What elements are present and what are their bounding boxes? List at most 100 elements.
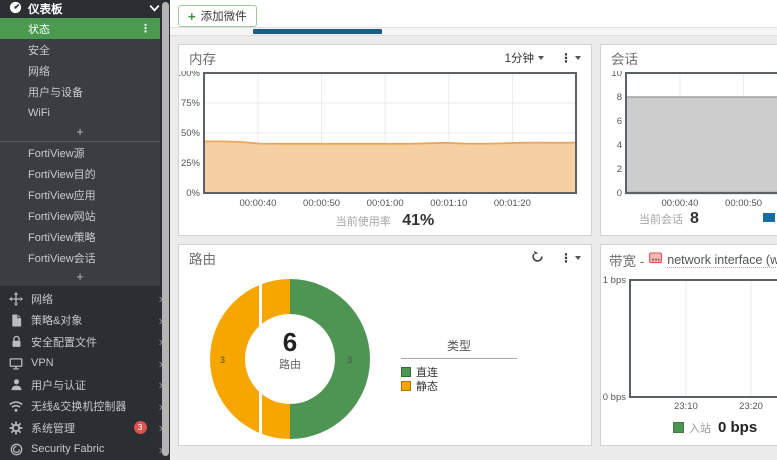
user-icon [9, 378, 23, 392]
routes-widget-header: 路由 ⋮ [179, 245, 591, 271]
sidebar-item-WiFi[interactable]: WiFi [0, 102, 160, 123]
sidebar-item-安全[interactable]: 安全 [0, 39, 160, 60]
sessions-widget-title: 会话 [611, 48, 638, 68]
add-widget-button[interactable]: + 添加微件 [178, 5, 257, 27]
horizontal-scrollbar-track[interactable] [170, 27, 777, 36]
sidebar-item-FortiView网站[interactable]: FortiView网站 [0, 205, 160, 226]
notification-badge: 3 [134, 421, 147, 434]
sessions-widget-header: 会话 [601, 45, 777, 71]
routes-legend-items: 直连静态 [401, 365, 517, 393]
sidebar: 仪表板 状态⋮安全网络用户与设备WiFi+FortiView源FortiView… [0, 0, 170, 460]
donut-center: 6 路由 [245, 314, 335, 404]
add-widget-label: 添加微件 [201, 8, 247, 24]
bandwidth-widget-title: 带宽 - [609, 250, 644, 270]
add-fortiview-button[interactable]: + [0, 268, 160, 286]
slice-value-connected: 3 [347, 355, 352, 365]
sidebar-item-FortiView目的[interactable]: FortiView目的 [0, 163, 160, 184]
dots-vertical-icon: ⋮ [560, 251, 571, 265]
arrows-icon [9, 292, 23, 306]
chevron-down-icon [575, 56, 581, 60]
sidebar-scrollbar-thumb[interactable] [162, 2, 169, 456]
svg-text:10: 10 [611, 71, 622, 79]
widget-menu-button[interactable]: ⋮ [560, 51, 581, 65]
interval-dropdown[interactable]: 1分钟 [505, 50, 544, 66]
sidebar-item-label: VPN [31, 357, 54, 369]
svg-text:50%: 50% [181, 128, 201, 139]
sessions-footer-value: 8 [690, 210, 699, 228]
routes-widget: 路由 ⋮ 6 路由 [178, 244, 592, 446]
dashboard-toolbar: + 添加微件 [170, 0, 777, 27]
plus-icon: + [188, 9, 196, 24]
chevron-down-icon [538, 56, 544, 60]
svg-text:00:01:20: 00:01:20 [494, 198, 531, 209]
sidebar-item-label: Security Fabric [31, 443, 104, 455]
sidebar-item-系统管理[interactable]: 系统管理3› [0, 417, 170, 439]
legend-item-直连[interactable]: 直连 [401, 365, 517, 379]
sidebar-item-label: 无线&交换机控制器 [31, 398, 126, 414]
sidebar-item-label: 用户与认证 [31, 377, 86, 393]
widget-grid: 内存 1分钟 ⋮ 0%25%50%75%100%00:00:4000:00:50… [170, 36, 777, 460]
fabric-icon [9, 442, 23, 456]
svg-text:6: 6 [617, 116, 622, 127]
svg-text:00:00:50: 00:00:50 [725, 198, 762, 209]
sessions-area-chart: 024681000:00:4000:00:50 [601, 71, 777, 218]
sidebar-item-FortiView源[interactable]: FortiView源 [0, 142, 160, 163]
sidebar-item-安全配置文件[interactable]: 安全配置文件› [0, 331, 170, 353]
svg-text:0 bps: 0 bps [603, 392, 626, 403]
refresh-button[interactable] [531, 250, 544, 266]
svg-text:8: 8 [617, 92, 622, 103]
interval-label: 1分钟 [505, 50, 534, 66]
sidebar-item-用户与设备[interactable]: 用户与设备 [0, 81, 160, 102]
sidebar-item-label: 网络 [31, 291, 53, 307]
svg-text:00:00:40: 00:00:40 [239, 198, 276, 209]
interface-down-icon [649, 251, 662, 269]
memory-widget-title: 内存 [189, 48, 216, 68]
interface-selector[interactable]: network interface (wa [667, 253, 777, 268]
main-content: + 添加微件 内存 1分钟 ⋮ [170, 0, 777, 460]
sidebar-item-label: 状态 [28, 21, 50, 37]
svg-text:00:00:40: 00:00:40 [661, 198, 698, 209]
sidebar-item-网络[interactable]: 网络› [0, 288, 170, 310]
memory-area-chart: 0%25%50%75%100%00:00:4000:00:5000:01:000… [179, 71, 589, 218]
lock-icon [9, 335, 23, 349]
bandwidth-widget-header: 带宽 - network interface (wa [601, 245, 777, 275]
sidebar-item-FortiView策略[interactable]: FortiView策略 [0, 226, 160, 247]
bandwidth-widget: 带宽 - network interface (wa 0 bps 1 bps 23:… [600, 244, 777, 446]
legend-item-静态[interactable]: 静态 [401, 379, 517, 393]
sidebar-item-用户与认证[interactable]: 用户与认证› [0, 374, 170, 396]
sidebar-item-status-active[interactable]: 状态 ⋮ [0, 18, 160, 39]
horizontal-scrollbar-thumb[interactable] [253, 29, 382, 34]
sidebar-item-VPN[interactable]: VPN› [0, 353, 170, 375]
routes-widget-title: 路由 [189, 248, 216, 268]
sidebar-item-dashboard[interactable]: 仪表板 [0, 0, 164, 18]
sidebar-item-label: 系统管理 [31, 420, 75, 436]
memory-footer: 当前使用率 41% [179, 212, 591, 230]
svg-text:23:20: 23:20 [739, 401, 763, 412]
legend-label: 静态 [416, 378, 438, 394]
sidebar-item-策略&对象[interactable]: 策略&对象› [0, 310, 170, 332]
widget-menu-button[interactable]: ⋮ [560, 251, 581, 265]
sidebar-item-FortiView应用[interactable]: FortiView应用 [0, 184, 160, 205]
routes-legend-title: 类型 [401, 337, 517, 359]
sidebar-item-无线&交换机控制器[interactable]: 无线&交换机控制器› [0, 396, 170, 418]
chevron-down-icon [149, 3, 160, 15]
refresh-icon [531, 250, 544, 266]
svg-text:00:01:10: 00:01:10 [430, 198, 467, 209]
add-dashboard-button[interactable]: + [0, 123, 160, 141]
svg-text:00:00:50: 00:00:50 [303, 198, 340, 209]
sidebar-item-FortiView会话[interactable]: FortiView会话 [0, 247, 160, 268]
svg-text:0%: 0% [186, 188, 200, 199]
sidebar-item-Security Fabric[interactable]: Security Fabric› [0, 439, 170, 460]
inbound-legend-square [673, 422, 684, 433]
memory-widget-header: 内存 1分钟 ⋮ [179, 45, 591, 71]
svg-text:1 bps: 1 bps [603, 275, 626, 286]
gauge-icon [9, 1, 22, 17]
legend-color-square [401, 381, 411, 391]
sidebar-item-网络[interactable]: 网络 [0, 60, 160, 81]
sidebar-item-label: 策略&对象 [31, 312, 82, 328]
inbound-value: 0 bps [718, 419, 757, 436]
sessions-footer: 当前会话 8 [639, 210, 699, 228]
dots-vertical-icon[interactable]: ⋮ [140, 22, 151, 35]
monitor-icon [9, 356, 23, 370]
dots-vertical-icon: ⋮ [560, 51, 571, 65]
